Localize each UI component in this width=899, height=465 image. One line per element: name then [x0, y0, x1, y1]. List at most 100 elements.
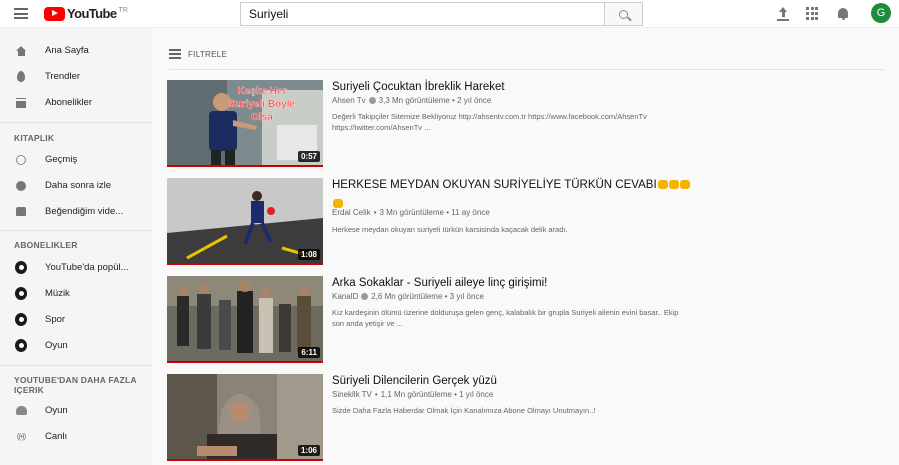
video-title[interactable]: HERKESE MEYDAN OKUYAN SURİYELİYE TÜRKÜN …	[332, 179, 690, 191]
sidebar-item-label: Daha sonra izle	[45, 180, 112, 191]
sidebar-item-gaming[interactable]: Oyun	[0, 398, 152, 423]
youtube-logo[interactable]: YouTube TR	[44, 6, 128, 21]
description-line: Sizde Daha Fazla Haberdar Olmak İçin Kan…	[332, 406, 596, 415]
video-title-text: HERKESE MEYDAN OKUYAN SURİYELİYE TÜRKÜN …	[332, 179, 657, 191]
filter-icon	[169, 49, 181, 59]
video-description: Değerli Takipçiler Sitemize Bekliyoruz h…	[332, 111, 892, 133]
subscriptions-icon	[15, 97, 27, 109]
video-meta: Ahsen Tv 3,3 Mn görüntüleme • 2 yıl önce	[332, 96, 491, 105]
masthead: YouTube TR G	[0, 0, 899, 28]
trending-icon	[15, 71, 27, 83]
description-line: https://twitter.com/AhsenTv ...	[332, 123, 431, 132]
fist-emoji-icon	[333, 199, 343, 209]
more-heading-line: YOUTUBE'DAN DAHA FAZLA	[14, 375, 137, 385]
sidebar-item-liked[interactable]: Beğendiğim vide...	[0, 199, 152, 224]
channel-name[interactable]: Sinekllk TV	[332, 390, 372, 399]
channel-name[interactable]: Erdal Celik	[332, 208, 371, 217]
notifications-icon[interactable]	[836, 7, 850, 21]
sidebar-item-gaming-channel[interactable]: Oyun	[0, 333, 152, 358]
play-logo-icon	[44, 6, 65, 21]
video-meta: KanalD 2,6 Mn görüntüleme • 3 yıl önce	[332, 292, 484, 301]
sidebar-item-home[interactable]: Ana Sayfa	[0, 38, 152, 63]
video-thumbnail[interactable]: 1:06	[167, 374, 323, 461]
sports-channel-icon	[15, 313, 27, 326]
sidebar-item-label: YouTube'da popül...	[45, 262, 129, 273]
video-title[interactable]: Arka Sokaklar - Suriyeli aileye linç gir…	[332, 277, 547, 289]
fist-emoji-icon	[679, 180, 690, 190]
video-title[interactable]: Suriyeli Çocuktan İbreklik Hareket	[332, 81, 505, 93]
sidebar-item-watch-later[interactable]: Daha sonra izle	[0, 173, 152, 198]
video-result[interactable]: 6:11 Arka Sokaklar - Suriyeli aileye lin…	[167, 276, 887, 364]
apps-icon[interactable]	[806, 7, 820, 21]
live-icon: ((•))	[16, 432, 27, 441]
watch-later-icon	[15, 180, 27, 192]
library-heading: KITAPLIK	[14, 133, 55, 143]
channel-name[interactable]: Ahsen Tv	[332, 96, 366, 105]
popular-channel-icon	[15, 261, 27, 274]
sidebar-item-label: Abonelikler	[45, 97, 92, 108]
search-icon	[619, 9, 628, 19]
description-line: son anda yetişir ve ...	[332, 319, 403, 328]
sidebar-item-label: Canlı	[45, 431, 68, 442]
sidebar-divider	[0, 230, 152, 231]
video-description: Kız kardeşinin ölümü üzerine dolduruşa g…	[332, 307, 892, 329]
filter-label: FILTRELE	[188, 49, 228, 59]
video-stats: 1,1 Mn görüntüleme • 1 yıl önce	[380, 390, 494, 399]
filter-button[interactable]: FILTRELE	[169, 49, 227, 59]
upload-icon[interactable]	[776, 7, 790, 21]
video-title[interactable]: Süriyeli Dilencilerin Gerçek yüzü	[332, 375, 497, 387]
results-divider	[169, 69, 885, 70]
video-stats: 3,3 Mn görüntüleme • 2 yıl önce	[378, 96, 492, 105]
video-thumbnail[interactable]: 6:11	[167, 276, 323, 363]
video-meta: Sinekllk TV • 1,1 Mn görüntüleme • 1 yıl…	[332, 390, 493, 399]
fist-emoji-icon	[657, 180, 668, 190]
video-thumbnail[interactable]: Keşke Her Suriyeli Böyle Olsa 0:57	[167, 80, 323, 167]
meta-separator: •	[373, 208, 377, 217]
thumb-overlay-text: Keşke Her	[238, 86, 287, 97]
sidebar-item-label: Müzik	[45, 288, 70, 299]
sidebar-item-live[interactable]: ((•)) Canlı	[0, 424, 152, 449]
gaming-icon	[15, 405, 27, 417]
search-results: FILTRELE Keşke Her Suriyeli Böyle Olsa 0…	[152, 28, 899, 465]
sidebar-item-label: Trendler	[45, 71, 81, 82]
search-input[interactable]	[240, 2, 605, 26]
description-line: Kız kardeşinin ölümü üzerine dolduruşa g…	[332, 308, 679, 317]
channel-name[interactable]: KanalD	[332, 292, 358, 301]
video-result[interactable]: 1:08 HERKESE MEYDAN OKUYAN SURİYELİYE TÜ…	[167, 178, 887, 266]
video-duration: 6:11	[298, 347, 320, 358]
sidebar-item-sports[interactable]: Spor	[0, 307, 152, 332]
video-thumbnail[interactable]: 1:08	[167, 178, 323, 265]
description-line: Herkese meydan okuyan suriyeli türkün ka…	[332, 225, 568, 234]
subscriptions-heading: ABONELIKLER	[14, 240, 78, 250]
country-code: TR	[118, 6, 128, 14]
sidebar-item-history[interactable]: Geçmiş	[0, 147, 152, 172]
sidebar-item-label: Oyun	[45, 405, 68, 416]
sidebar-item-music[interactable]: Müzik	[0, 281, 152, 306]
sidebar-item-label: Beğendiğim vide...	[45, 206, 124, 217]
sidebar-item-label: Spor	[45, 314, 66, 325]
history-icon	[15, 154, 27, 166]
video-description: Herkese meydan okuyan suriyeli türkün ka…	[332, 224, 892, 235]
video-result[interactable]: Keşke Her Suriyeli Böyle Olsa 0:57 Suriy…	[167, 80, 887, 168]
search-button[interactable]	[605, 2, 643, 26]
verified-icon	[361, 293, 369, 300]
video-description: Sizde Daha Fazla Haberdar Olmak İçin Kan…	[332, 405, 892, 416]
video-meta: Erdal Celik • 3 Mn görüntüleme • 11 ay ö…	[332, 208, 490, 217]
more-heading: YOUTUBE'DAN DAHA FAZLA IÇERIK	[14, 375, 137, 395]
sidebar-item-label: Oyun	[45, 340, 68, 351]
sidebar-item-subscriptions[interactable]: Abonelikler	[0, 90, 152, 115]
sidebar-item-trending[interactable]: Trendler	[0, 64, 152, 89]
menu-icon[interactable]	[14, 8, 28, 19]
sidebar-divider	[0, 365, 152, 366]
sidebar-item-popular[interactable]: YouTube'da popül...	[0, 255, 152, 280]
thumb-overlay-text: Olsa	[251, 112, 273, 123]
fist-emoji-icon	[668, 180, 679, 190]
avatar[interactable]: G	[871, 3, 891, 23]
description-line: Değerli Takipçiler Sitemize Bekliyoruz h…	[332, 112, 647, 121]
video-duration: 0:57	[297, 151, 320, 162]
gaming-channel-icon	[15, 339, 27, 352]
video-duration: 1:06	[297, 445, 320, 456]
video-stats: 3 Mn görüntüleme • 11 ay önce	[379, 208, 490, 217]
music-channel-icon	[15, 287, 27, 300]
video-result[interactable]: 1:06 Süriyeli Dilencilerin Gerçek yüzü S…	[167, 374, 887, 462]
